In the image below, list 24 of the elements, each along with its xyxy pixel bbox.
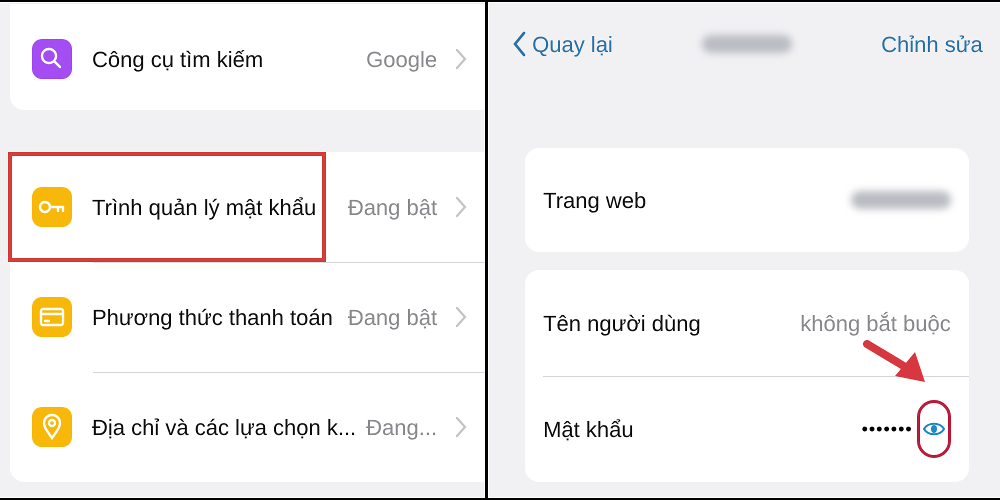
setting-label[interactable]: Phương thức thanh toán [92,300,333,334]
setting-value: Đang bật [348,304,438,332]
card-icon [32,297,72,337]
chevron-icon [455,196,468,218]
back-button[interactable]: Quay lại [513,28,613,60]
setting-label[interactable]: Địa chỉ và các lựa chọn k... [92,410,356,444]
setting-value: Đang... [366,414,438,442]
password-dots: ••••••• [862,418,913,440]
search-icon [32,39,72,79]
chevron-icon [455,306,468,328]
chevron-icon [455,48,468,70]
key-icon [32,187,72,227]
field-label: Mật khẩu [543,416,634,444]
setting-label[interactable]: Công cụ tìm kiếm [92,42,264,76]
chevron-icon [455,416,468,438]
edit-button[interactable]: Chỉnh sửa [881,28,983,60]
field-label: Tên người dùng [543,310,701,338]
location-pin-icon [32,407,72,447]
setting-value: Google [366,46,438,74]
setting-label[interactable]: Trình quản lý mật khẩu [92,190,316,224]
setting-value: Đang bật [348,194,438,222]
field-label: Trang web [543,186,646,215]
username-field[interactable]: không bắt buộc [700,306,951,340]
back-chevron-icon [513,31,526,57]
